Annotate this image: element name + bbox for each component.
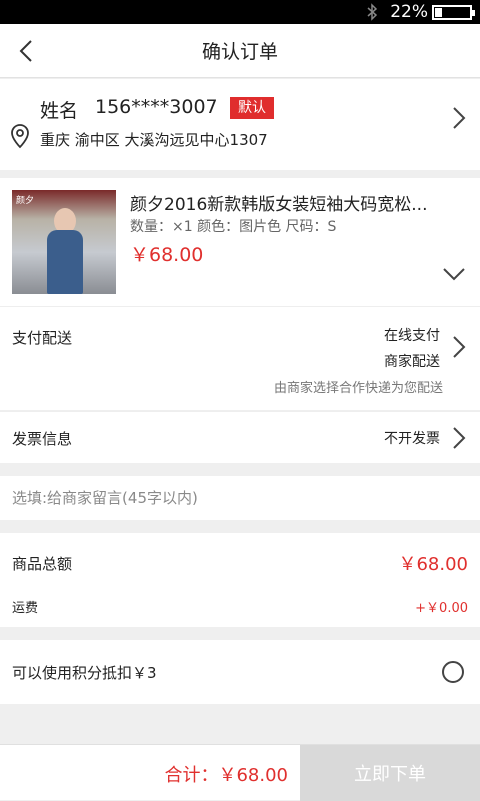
bluetooth-icon xyxy=(367,3,378,21)
invoice-label: 发票信息 xyxy=(12,430,73,448)
battery-level xyxy=(435,8,442,17)
thumbnail-figure-dress xyxy=(47,230,83,294)
product-specs: 数量：×1 颜色：图片色 尺码：S xyxy=(130,219,337,235)
shipping-fee-label: 运费 xyxy=(12,601,39,616)
merchant-message-input[interactable] xyxy=(12,484,467,512)
message-row xyxy=(0,476,480,520)
recipient-phone: 156****3007 xyxy=(95,96,218,118)
chevron-right-icon xyxy=(453,427,466,449)
product-title: 颜夕2016新款韩版女装短袖大码宽松... xyxy=(130,195,428,215)
recipient-name: 姓名 xyxy=(40,100,79,122)
battery-icon xyxy=(432,5,475,20)
product-item[interactable]: 颜夕 颜夕2016新款韩版女装短袖大码宽松... 数量：×1 颜色：图片色 尺码… xyxy=(0,178,480,306)
subtotal-label: 商品总额 xyxy=(12,555,73,573)
delivery-note: 由商家选择合作快递为您配送 xyxy=(273,381,443,396)
status-bar: 22% xyxy=(0,0,480,24)
footer-bar: 合计：￥68.00 立即下单 xyxy=(0,744,480,801)
invoice-value: 不开发票 xyxy=(384,431,440,447)
chevron-right-icon xyxy=(453,336,466,358)
default-badge: 默认 xyxy=(230,97,274,119)
location-pin-icon xyxy=(11,124,29,149)
points-row[interactable]: 可以使用积分抵扣￥3 xyxy=(0,640,480,704)
thumbnail-brand: 颜夕 xyxy=(16,196,35,206)
chevron-right-icon xyxy=(453,107,466,129)
shipping-fee-value: +￥0.00 xyxy=(415,601,468,616)
address-line: 重庆 渝中区 大溪沟远见中心1307 xyxy=(40,131,268,149)
payment-method: 在线支付 xyxy=(384,328,440,344)
points-radio[interactable] xyxy=(442,661,464,683)
battery-percent: 22% xyxy=(390,2,428,22)
order-total: 合计：￥68.00 xyxy=(164,765,288,786)
invoice-row[interactable]: 发票信息 不开发票 xyxy=(0,411,480,463)
delivery-method: 商家配送 xyxy=(384,354,440,370)
page-title: 确认订单 xyxy=(201,41,278,63)
payment-delivery-label: 支付配送 xyxy=(12,329,73,347)
payment-delivery-row[interactable]: 支付配送 在线支付 商家配送 由商家选择合作快递为您配送 xyxy=(0,306,480,410)
submit-order-button[interactable]: 立即下单 xyxy=(300,745,480,801)
product-thumbnail: 颜夕 xyxy=(12,190,116,294)
address-card[interactable]: 姓名 156****3007 默认 重庆 渝中区 大溪沟远见中心1307 xyxy=(0,79,480,244)
product-price: ￥68.00 xyxy=(130,244,204,266)
totals-section: 商品总额 ￥68.00 运费 +￥0.00 xyxy=(0,533,480,627)
header: 确认订单 xyxy=(0,24,480,78)
chevron-down-icon[interactable] xyxy=(442,266,466,282)
points-label: 可以使用积分抵扣￥3 xyxy=(12,664,157,682)
subtotal-value: ￥68.00 xyxy=(398,554,468,575)
